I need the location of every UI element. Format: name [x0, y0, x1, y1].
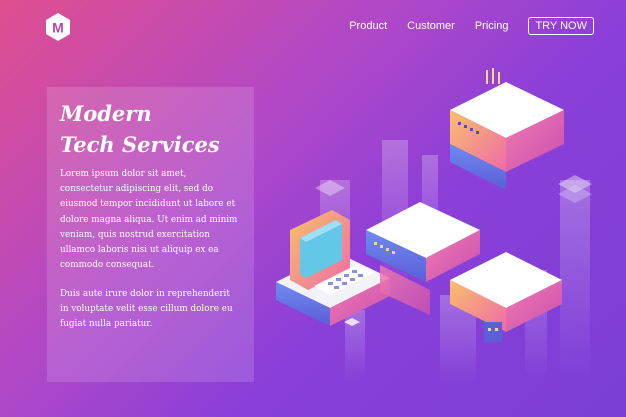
hero-paragraph-2: Duis aute irure dolor in reprehenderit i…: [60, 289, 233, 330]
logo[interactable]: M: [43, 12, 73, 42]
server-block-top: [450, 68, 564, 190]
hero-title-line2: Tech Services: [60, 132, 220, 157]
top-nav: Product Customer Pricing TRY NOW: [349, 17, 594, 35]
try-now-button[interactable]: TRY NOW: [528, 17, 594, 35]
isometric-tech-illustration: [276, 68, 592, 385]
hero-paragraph-1: Lorem ipsum dolor sit amet, consectetur …: [60, 169, 238, 271]
nav-item-customer[interactable]: Customer: [407, 20, 455, 32]
floating-tiles: [315, 175, 592, 203]
hero-title-line1: Modern: [60, 101, 152, 126]
nav-item-product[interactable]: Product: [349, 20, 387, 32]
hexagon-logo-icon: M: [46, 13, 70, 41]
nav-item-pricing[interactable]: Pricing: [475, 20, 509, 32]
hero-title: Modern Tech Services: [60, 98, 250, 160]
logo-letter: M: [52, 20, 64, 36]
